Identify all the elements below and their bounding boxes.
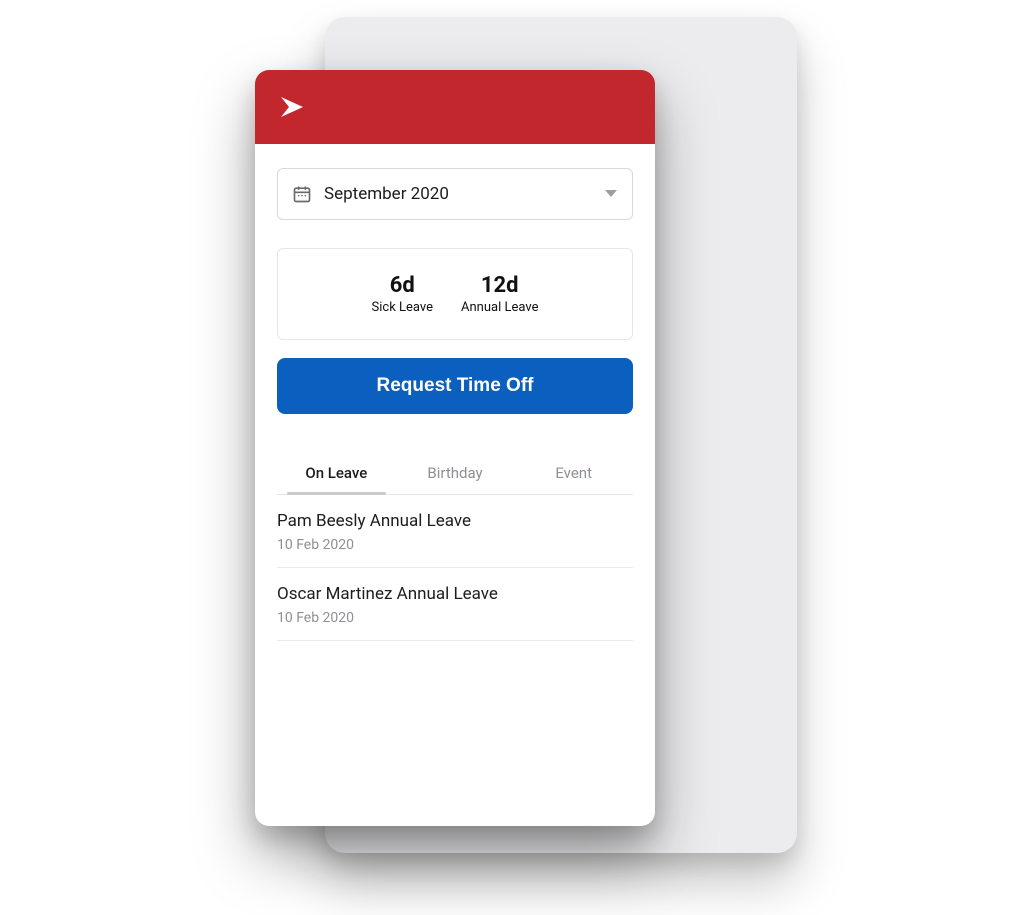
caret-down-icon	[604, 189, 618, 199]
app-header	[255, 70, 655, 144]
request-time-off-button[interactable]: Request Time Off	[277, 358, 633, 414]
brand-logo-icon	[277, 93, 317, 121]
list-item[interactable]: Oscar Martinez Annual Leave 10 Feb 2020	[277, 568, 633, 641]
tabs: On Leave Birthday Event	[277, 454, 633, 495]
list-item[interactable]: Pam Beesly Annual Leave 10 Feb 2020	[277, 495, 633, 568]
list-item-title: Oscar Martinez Annual Leave	[277, 584, 633, 604]
phone-mockup: September 2020 6d Sick Leave 12d Annual …	[255, 70, 655, 826]
sick-leave-balance: 6d Sick Leave	[372, 273, 433, 315]
tab-on-leave[interactable]: On Leave	[277, 454, 396, 494]
leave-balances-card: 6d Sick Leave 12d Annual Leave	[277, 248, 633, 340]
on-leave-list: Pam Beesly Annual Leave 10 Feb 2020 Osca…	[277, 495, 633, 641]
stage: September 2020 6d Sick Leave 12d Annual …	[0, 0, 1024, 915]
annual-leave-balance: 12d Annual Leave	[461, 273, 538, 315]
content-area: September 2020 6d Sick Leave 12d Annual …	[255, 144, 655, 641]
month-label: September 2020	[324, 184, 604, 204]
tab-birthday[interactable]: Birthday	[396, 454, 515, 494]
annual-leave-value: 12d	[461, 273, 538, 298]
list-item-date: 10 Feb 2020	[277, 610, 633, 626]
tab-event[interactable]: Event	[514, 454, 633, 494]
list-item-title: Pam Beesly Annual Leave	[277, 511, 633, 531]
sick-leave-label: Sick Leave	[372, 300, 433, 315]
month-picker[interactable]: September 2020	[277, 168, 633, 220]
sick-leave-value: 6d	[372, 273, 433, 298]
calendar-icon	[292, 184, 312, 204]
annual-leave-label: Annual Leave	[461, 300, 538, 315]
list-item-date: 10 Feb 2020	[277, 537, 633, 553]
